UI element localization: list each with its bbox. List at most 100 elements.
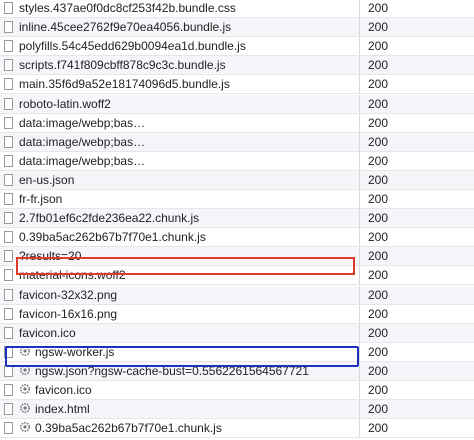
request-status: 200 <box>368 230 389 245</box>
file-icon <box>4 231 13 244</box>
request-name: polyfills.54c45edd629b0094ea1d.bundle.js <box>19 39 246 54</box>
request-name-cell[interactable]: styles.437ae0f0dc8cf253f42b.bundle.css <box>0 0 360 18</box>
request-row[interactable]: polyfills.54c45edd629b0094ea1d.bundle.js… <box>0 37 474 57</box>
request-name-cell[interactable]: data:image/webp;bas… <box>0 132 360 151</box>
request-status: 200 <box>368 20 389 35</box>
request-name-cell[interactable]: favicon-16x16.png <box>0 304 360 323</box>
request-row[interactable]: material-icons.woff2 200 <box>0 266 474 286</box>
file-icon <box>4 135 13 148</box>
request-row[interactable]: ngsw.json?ngsw-cache-bust=0.556226156456… <box>0 361 474 381</box>
request-name: ngsw.json?ngsw-cache-bust=0.556226156456… <box>35 363 309 378</box>
request-name-cell[interactable]: data:image/webp;bas… <box>0 113 360 132</box>
request-row[interactable]: data:image/webp;bas… 200 <box>0 151 474 171</box>
file-icon <box>4 326 13 339</box>
request-name-cell[interactable]: scripts.f741f809cbff878c9c3c.bundle.js <box>0 56 360 75</box>
gear-icon <box>19 402 31 414</box>
request-status: 200 <box>368 402 389 417</box>
request-row[interactable]: favicon-32x32.png 200 <box>0 285 474 305</box>
file-icon <box>4 307 13 320</box>
request-name-cell[interactable]: polyfills.54c45edd629b0094ea1d.bundle.js <box>0 37 360 56</box>
request-row[interactable]: en-us.json 200 <box>0 170 474 190</box>
request-name: fr-fr.json <box>19 192 63 206</box>
request-status: 200 <box>368 134 389 149</box>
request-name: favicon.ico <box>19 325 76 340</box>
request-row[interactable]: styles.437ae0f0dc8cf253f42b.bundle.css 20… <box>0 0 474 19</box>
request-name-cell[interactable]: index.html <box>0 400 360 419</box>
file-icon <box>4 403 13 416</box>
request-name: inline.45cee2762f9e70ea4056.bundle.js <box>19 20 232 35</box>
file-icon <box>4 154 13 167</box>
file-icon <box>4 384 13 396</box>
request-row[interactable]: ?results=20 200 <box>0 247 474 267</box>
request-name: main.35f6d9a52e18174096d5.bundle.js <box>19 77 230 92</box>
file-icon <box>4 269 13 282</box>
file-icon <box>4 2 13 14</box>
file-icon <box>4 212 13 225</box>
gear-icon <box>19 383 31 395</box>
request-name-cell[interactable]: en-us.json <box>0 170 360 189</box>
file-icon <box>4 364 13 377</box>
request-row[interactable]: favicon.ico 200 <box>0 323 474 343</box>
request-name-cell[interactable]: fr-fr.json <box>0 190 360 209</box>
request-name-cell[interactable]: material-icons.woff2 <box>0 266 360 285</box>
request-status: 200 <box>368 306 389 321</box>
request-name: index.html <box>35 402 90 417</box>
request-name: data:image/webp;bas… <box>19 115 146 130</box>
request-status: 200 <box>368 192 389 206</box>
request-status: 200 <box>368 421 389 436</box>
request-name-cell[interactable]: ngsw-worker.js <box>0 342 360 361</box>
file-icon <box>4 288 13 301</box>
request-name: roboto-latin.woff2 <box>19 96 111 111</box>
request-status: 200 <box>368 58 389 73</box>
request-status: 200 <box>368 268 389 283</box>
request-status: 200 <box>368 96 389 111</box>
request-row[interactable]: data:image/webp;bas… 200 <box>0 132 474 152</box>
request-status: 200 <box>368 383 389 397</box>
file-icon <box>4 422 13 435</box>
request-name-cell[interactable]: ?results=20 <box>0 247 360 266</box>
request-row[interactable]: 0.39ba5ac262b67b7f70e1.chunk.js 200 <box>0 228 474 248</box>
request-row[interactable]: data:image/webp;bas… 200 <box>0 113 474 133</box>
request-name-cell[interactable]: main.35f6d9a52e18174096d5.bundle.js <box>0 75 360 94</box>
request-name-cell[interactable]: 2.7fb01ef6c2fde236ea22.chunk.js <box>0 209 360 228</box>
request-row[interactable]: main.35f6d9a52e18174096d5.bundle.js 200 <box>0 75 474 95</box>
request-row[interactable]: roboto-latin.woff2 200 <box>0 94 474 114</box>
request-row[interactable]: favicon.ico 200 <box>0 381 474 401</box>
request-status: 200 <box>368 344 389 359</box>
request-name-cell[interactable]: favicon.ico <box>0 323 360 342</box>
request-status: 200 <box>368 153 389 168</box>
request-name: favicon.ico <box>35 383 92 397</box>
request-name-cell[interactable]: favicon.ico <box>0 381 360 400</box>
request-name: favicon-16x16.png <box>19 306 118 321</box>
request-row[interactable]: fr-fr.json 200 <box>0 190 474 210</box>
request-name-cell[interactable]: data:image/webp;bas… <box>0 151 360 170</box>
request-name-cell[interactable]: favicon-32x32.png <box>0 285 360 304</box>
file-icon <box>4 21 13 34</box>
request-status: 200 <box>368 325 389 340</box>
request-name-cell[interactable]: 0.39ba5ac262b67b7f70e1.chunk.js <box>0 228 360 247</box>
request-status: 200 <box>368 1 389 15</box>
request-status: 200 <box>368 287 389 302</box>
request-name-cell[interactable]: inline.45cee2762f9e70ea4056.bundle.js <box>0 18 360 37</box>
request-name: data:image/webp;bas… <box>19 153 146 168</box>
request-name: favicon-32x32.png <box>19 287 118 302</box>
request-row[interactable]: ngsw-worker.js 200 <box>0 342 474 362</box>
request-row[interactable]: 2.7fb01ef6c2fde236ea22.chunk.js 200 <box>0 209 474 229</box>
request-row[interactable]: 0.39ba5ac262b67b7f70e1.chunk.js 200 <box>0 419 474 439</box>
request-name: material-icons.woff2 <box>19 268 126 283</box>
request-row[interactable]: favicon-16x16.png 200 <box>0 304 474 324</box>
request-name-cell[interactable]: roboto-latin.woff2 <box>0 94 360 113</box>
request-name: en-us.json <box>19 172 75 187</box>
request-name: data:image/webp;bas… <box>19 134 146 149</box>
request-name: scripts.f741f809cbff878c9c3c.bundle.js <box>19 58 226 73</box>
request-name-cell[interactable]: ngsw.json?ngsw-cache-bust=0.556226156456… <box>0 361 360 380</box>
file-icon <box>4 97 13 110</box>
file-icon <box>4 59 13 72</box>
request-status: 200 <box>368 211 389 226</box>
request-row[interactable]: inline.45cee2762f9e70ea4056.bundle.js 200 <box>0 18 474 38</box>
network-requests-table: styles.437ae0f0dc8cf253f42b.bundle.css 20… <box>0 0 474 440</box>
request-row[interactable]: index.html 200 <box>0 400 474 420</box>
request-row[interactable]: scripts.f741f809cbff878c9c3c.bundle.js 20… <box>0 56 474 76</box>
request-name: ?results=20 <box>19 249 82 264</box>
request-name-cell[interactable]: 0.39ba5ac262b67b7f70e1.chunk.js <box>0 419 360 438</box>
